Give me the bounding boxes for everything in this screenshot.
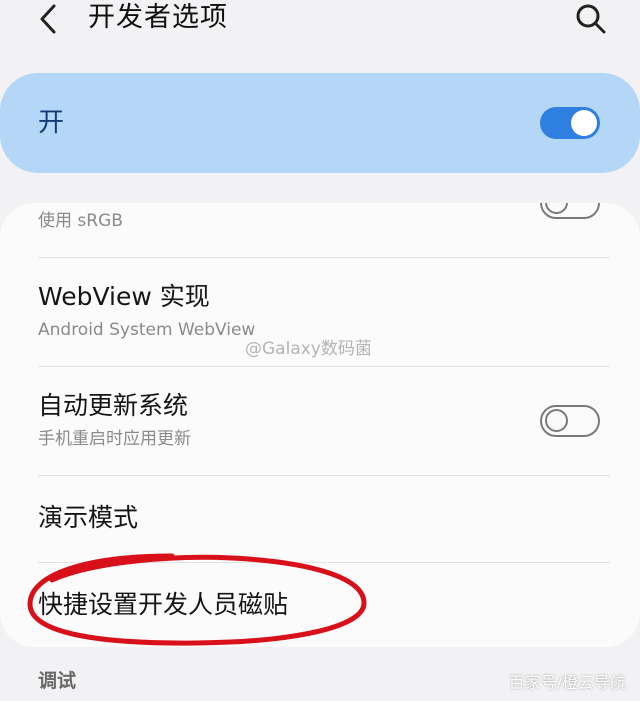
setting-title: WebView 实现 — [38, 282, 210, 311]
setting-row-demo-mode[interactable]: 演示模式 — [0, 476, 640, 562]
setting-title: 自动更新系统 — [38, 391, 189, 420]
page-title: 开发者选项 — [88, 2, 228, 33]
chevron-left-icon[interactable] — [34, 2, 64, 36]
master-toggle-card[interactable]: 开 — [0, 73, 640, 173]
switch-knob — [545, 409, 568, 432]
setting-row-auto-update[interactable]: 自动更新系统 手机重启时应用更新 — [0, 367, 640, 475]
setting-subtitle: 使用 sRGB — [38, 211, 123, 231]
app-header: 开发者选项 — [0, 0, 640, 48]
setting-subtitle: 手机重启时应用更新 — [38, 429, 191, 449]
settings-list: 使用 sRGB WebView 实现 Android System WebVie… — [0, 203, 640, 647]
srgb-toggle-switch[interactable] — [540, 203, 600, 219]
master-toggle-label: 开 — [38, 108, 65, 138]
setting-title: 快捷设置开发人员磁贴 — [38, 590, 289, 619]
setting-title: 演示模式 — [38, 503, 139, 532]
section-header-debug: 调试 — [38, 670, 77, 692]
setting-subtitle: Android System WebView — [38, 320, 256, 340]
watermark-baijiahao: 百家号/橙云导航 — [508, 673, 626, 692]
auto-update-toggle-switch[interactable] — [540, 405, 600, 437]
setting-row-quick-settings-tiles[interactable]: 快捷设置开发人员磁贴 — [0, 563, 640, 647]
developer-options-screen: 开发者选项 开 使用 sRGB WebView 实现 Android Syste… — [0, 0, 640, 701]
watermark-weibo: @Galaxy数码菌 — [245, 339, 372, 359]
switch-knob — [545, 203, 568, 214]
master-toggle-switch[interactable] — [540, 107, 600, 139]
switch-knob — [571, 110, 597, 136]
search-icon[interactable] — [574, 2, 608, 36]
setting-row-srgb[interactable]: 使用 sRGB — [0, 203, 640, 257]
